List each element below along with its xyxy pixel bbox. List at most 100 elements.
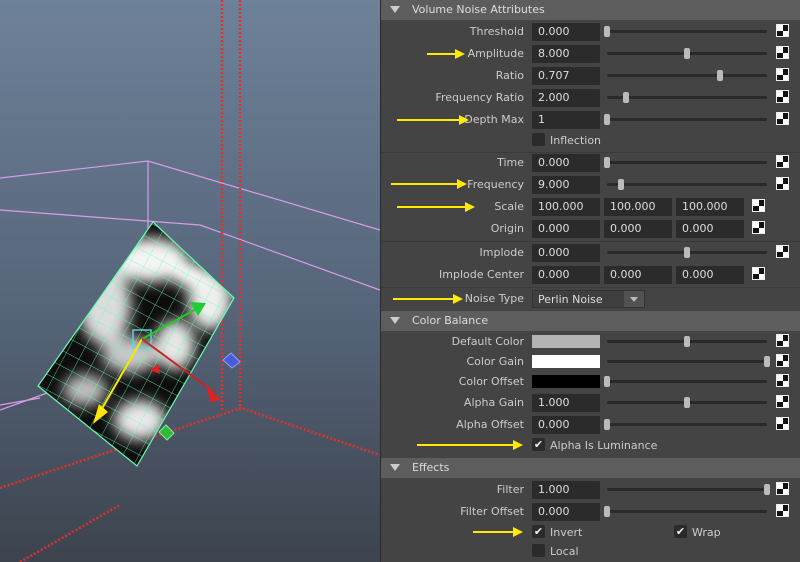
threshold-slider[interactable]	[604, 26, 767, 37]
slider-knob[interactable]	[764, 356, 770, 367]
implode-center-y-field[interactable]: 0.000	[604, 266, 672, 284]
invert-checkbox[interactable]: ✔	[532, 525, 545, 538]
checker-map-icon[interactable]	[776, 46, 789, 59]
frequency-ratio-slider[interactable]	[607, 92, 767, 103]
slider-knob[interactable]	[604, 506, 610, 517]
3d-viewport[interactable]	[0, 0, 380, 562]
checker-map-icon[interactable]	[776, 155, 789, 168]
amplitude-slider[interactable]	[607, 48, 767, 59]
checker-map-icon[interactable]	[776, 482, 789, 495]
filter-offset-field[interactable]: 0.000	[532, 503, 600, 521]
noise-type-dropdown[interactable]: Perlin Noise	[532, 290, 645, 308]
wrap-checkbox[interactable]: ✔	[674, 525, 687, 538]
color-offset-swatch[interactable]	[532, 375, 600, 388]
slider-knob[interactable]	[604, 376, 610, 387]
checker-map-icon[interactable]	[776, 177, 789, 190]
checker-map-icon[interactable]	[752, 199, 765, 212]
alpha-gain-field[interactable]: 1.000	[532, 394, 600, 412]
scale-x-field[interactable]: 100.000	[532, 198, 600, 216]
implode-field[interactable]: 0.000	[532, 244, 600, 262]
threshold-field[interactable]: 0.000	[532, 23, 600, 41]
checker-map-icon[interactable]	[776, 417, 789, 430]
alpha-offset-field[interactable]: 0.000	[532, 416, 600, 434]
ratio-field[interactable]: 0.707	[532, 67, 600, 85]
triangle-down-icon[interactable]	[390, 464, 400, 471]
checker-map-icon[interactable]	[776, 354, 789, 367]
checker-map-icon[interactable]	[776, 90, 789, 103]
color-offset-slider[interactable]	[604, 376, 767, 387]
depth-max-slider[interactable]	[604, 114, 767, 125]
time-slider[interactable]	[604, 157, 767, 168]
section-volume-noise-attributes[interactable]: Volume Noise Attributes	[381, 0, 800, 20]
section-title: Color Balance	[412, 314, 489, 327]
alpha-offset-slider[interactable]	[604, 419, 767, 430]
color-gain-swatch[interactable]	[532, 355, 600, 368]
amplitude-field[interactable]: 8.000	[532, 45, 600, 63]
default-color-slider[interactable]	[607, 336, 767, 347]
origin-y-field[interactable]: 0.000	[604, 220, 672, 238]
checker-map-icon[interactable]	[776, 245, 789, 258]
checker-map-icon[interactable]	[776, 112, 789, 125]
slider-knob[interactable]	[604, 26, 610, 37]
slider-knob[interactable]	[684, 48, 690, 59]
local-checkbox[interactable]	[532, 544, 545, 557]
default-color-label: Default Color	[451, 335, 524, 348]
scale-y-field[interactable]: 100.000	[604, 198, 672, 216]
chevron-down-icon[interactable]	[624, 291, 644, 307]
inflection-checkbox[interactable]	[532, 133, 545, 146]
slider-knob[interactable]	[604, 157, 610, 168]
origin-z-field[interactable]: 0.000	[676, 220, 744, 238]
frequency-slider[interactable]	[607, 179, 767, 190]
default-color-swatch[interactable]	[532, 335, 600, 348]
local-label: Local	[550, 545, 579, 558]
implode-center-z-field[interactable]: 0.000	[676, 266, 744, 284]
slider-knob[interactable]	[684, 247, 690, 258]
checker-map-icon[interactable]	[776, 504, 789, 517]
color-gain-slider[interactable]	[607, 356, 770, 367]
viewport-canvas[interactable]	[0, 0, 380, 562]
filter-field[interactable]: 1.000	[532, 481, 600, 499]
slider-knob[interactable]	[717, 70, 724, 81]
ratio-label: Ratio	[495, 69, 524, 82]
frequency-ratio-field[interactable]: 2.000	[532, 89, 600, 107]
triangle-down-icon[interactable]	[390, 317, 400, 324]
checker-map-icon[interactable]	[752, 221, 765, 234]
scale-z-field[interactable]: 100.000	[676, 198, 744, 216]
origin-x-field[interactable]: 0.000	[532, 220, 600, 238]
slider-knob[interactable]	[764, 484, 770, 495]
implode-center-x-field[interactable]: 0.000	[532, 266, 600, 284]
section-color-balance[interactable]: Color Balance	[381, 311, 800, 331]
implode-label: Implode	[479, 246, 524, 259]
slider-knob[interactable]	[604, 419, 610, 430]
checker-map-icon[interactable]	[776, 334, 789, 347]
slider-knob[interactable]	[684, 336, 690, 347]
checker-map-icon[interactable]	[752, 267, 765, 280]
triangle-down-icon[interactable]	[390, 6, 400, 13]
slider-knob[interactable]	[623, 92, 630, 103]
checker-map-icon[interactable]	[776, 24, 789, 37]
slider-knob[interactable]	[604, 114, 610, 125]
checker-map-icon[interactable]	[776, 68, 789, 81]
ratio-slider[interactable]	[607, 70, 767, 81]
slider-knob[interactable]	[618, 179, 625, 190]
alpha-is-luminance-checkbox[interactable]: ✔	[532, 438, 545, 451]
annotation-arrow-icon	[427, 49, 465, 59]
checker-map-icon[interactable]	[776, 374, 789, 387]
annotation-arrow-icon	[473, 527, 523, 537]
filter-offset-slider[interactable]	[604, 506, 767, 517]
section-effects[interactable]: Effects	[381, 458, 800, 478]
implode-slider[interactable]	[607, 247, 767, 258]
origin-label: Origin	[490, 222, 524, 235]
time-field[interactable]: 0.000	[532, 154, 600, 172]
depth-max-field[interactable]: 1	[532, 111, 600, 129]
implode-center-label: Implode Center	[439, 268, 524, 281]
slider-knob[interactable]	[684, 397, 690, 408]
alpha-gain-slider[interactable]	[607, 397, 767, 408]
implode-center-row: Implode Center 0.000 0.000 0.000	[381, 264, 800, 286]
checker-map-icon[interactable]	[776, 395, 789, 408]
frequency-field[interactable]: 9.000	[532, 176, 600, 194]
local-row: Local	[381, 541, 800, 562]
depth-max-label: Depth Max	[464, 113, 524, 126]
filter-slider[interactable]	[607, 484, 770, 495]
filter-row: Filter 1.000	[381, 479, 800, 501]
